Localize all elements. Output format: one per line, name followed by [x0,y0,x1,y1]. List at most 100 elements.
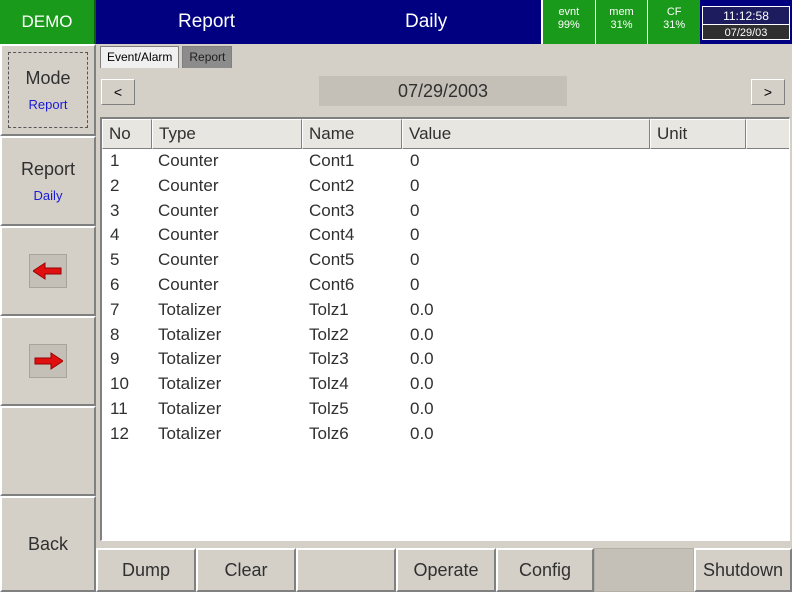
bottom-toolbar: Dump Clear Operate Config Shutdown [96,548,792,592]
tab-event-alarm[interactable]: Event/Alarm [100,46,180,68]
column-header-type[interactable]: Type [152,119,302,149]
cell-no: 11 [110,398,128,418]
cell-name: Cont1 [309,151,355,170]
tab-report[interactable]: Report [182,46,233,68]
cell-value: 0 [410,175,420,195]
cell-no: 5 [110,250,120,270]
cell-name: Cont2 [309,175,355,195]
side-panel: Mode Report Report Daily Back [0,44,96,592]
cell-type: Totalizer [158,299,222,319]
status-mem-label: mem [609,6,634,18]
empty-toolbar-button[interactable] [296,548,396,592]
cell-value: 0 [410,225,420,245]
table-row[interactable]: 10 Totalizer Tolz4 0.0 [102,374,789,399]
cell-name: Cont5 [309,250,355,270]
clock: 11:12:58 07/29/03 [702,2,790,42]
cell-no: 1 [110,151,120,170]
status-mem: mem 31% [596,0,649,44]
cell-value: 0 [410,274,420,294]
table-row[interactable]: 4 Counter Cont4 0 [102,225,789,250]
page-subtitle: Daily [405,11,448,32]
cell-name: Cont6 [309,274,355,294]
page-title: Report [178,11,236,32]
cell-no: 10 [110,374,129,394]
status-evnt: evnt 99% [543,0,596,44]
operate-button[interactable]: Operate [396,548,496,592]
cell-no: 7 [110,299,120,319]
cell-unit [650,225,746,250]
cell-name: Tolz6 [309,423,349,443]
status-mem-value: 31% [610,19,633,31]
report-value: Daily [33,188,63,203]
cell-no: 6 [110,274,120,294]
cell-unit [650,151,746,176]
status-evnt-label: evnt [558,6,580,18]
clear-button[interactable]: Clear [196,548,296,592]
cell-type: Totalizer [158,324,222,344]
cell-type: Totalizer [158,423,222,443]
cell-unit [650,424,746,449]
cell-value: 0 [410,200,420,220]
cell-value: 0.0 [410,374,434,394]
table-row[interactable]: 1 Counter Cont1 0 [102,151,789,176]
cell-no: 8 [110,324,120,344]
cell-name: Tolz2 [309,324,349,344]
empty-side-button[interactable] [0,406,96,496]
table-row[interactable]: 3 Counter Cont3 0 [102,200,789,226]
cell-unit [650,349,746,374]
table-row[interactable]: 9 Totalizer Tolz3 0.0 [102,349,789,374]
table-row[interactable]: 6 Counter Cont6 0 [102,274,789,300]
status-cf: CF 31% [648,0,700,44]
table-header: No Type Name Value Unit [102,119,789,149]
cell-no: 2 [110,175,120,195]
clock-time: 11:12:58 [702,6,790,24]
cell-unit [650,201,746,226]
column-header-value[interactable]: Value [402,119,650,149]
mode-button[interactable]: Mode Report [0,44,96,136]
cell-unit [650,176,746,201]
report-button[interactable]: Report Daily [0,136,96,226]
cell-type: Counter [158,200,219,220]
red-right-arrow-icon [29,344,67,378]
cell-name: Cont3 [309,200,355,220]
disabled-toolbar-slot [594,548,694,592]
table-row[interactable]: 7 Totalizer Tolz1 0.0 [102,299,789,325]
table-row[interactable]: 8 Totalizer Tolz2 0.0 [102,324,789,350]
dump-button[interactable]: Dump [96,548,196,592]
table-row[interactable]: 2 Counter Cont2 0 [102,175,789,201]
cell-type: Totalizer [158,349,222,369]
shutdown-button[interactable]: Shutdown [694,548,792,592]
demo-badge[interactable]: DEMO [0,0,96,44]
cell-type: Counter [158,225,219,245]
cell-unit [650,275,746,300]
report-table[interactable]: No Type Name Value Unit 1 Counter Cont1 0 2 C… [100,117,790,541]
cell-name: Cont4 [309,225,355,245]
back-button[interactable]: Back [0,496,96,592]
cell-type: Counter [158,274,219,294]
column-header-blank [746,119,789,149]
column-header-no[interactable]: No [102,119,152,149]
cell-unit [650,399,746,424]
config-button[interactable]: Config [496,548,594,592]
table-row[interactable]: 11 Totalizer Tolz5 0.0 [102,398,789,424]
back-label: Back [27,533,69,554]
prev-page-button[interactable] [0,226,96,316]
prev-date-button[interactable]: < [101,79,135,105]
focus-outline [8,52,88,128]
cell-value: 0 [410,151,420,170]
table-row[interactable]: 5 Counter Cont5 0 [102,250,789,275]
red-left-arrow-icon [29,254,67,288]
table-row[interactable]: 12 Totalizer Tolz6 0.0 [102,423,789,449]
column-header-unit[interactable]: Unit [650,119,746,149]
cell-unit [650,250,746,275]
next-page-button[interactable] [0,316,96,406]
cell-value: 0.0 [410,423,434,443]
report-label: Report [20,159,76,179]
next-date-button[interactable]: > [751,79,785,105]
status-cf-value: 31% [663,19,686,31]
cell-no: 12 [110,423,129,443]
cell-type: Totalizer [158,398,222,418]
cell-unit [650,325,746,350]
cell-value: 0 [410,250,420,270]
column-header-name[interactable]: Name [302,119,402,149]
